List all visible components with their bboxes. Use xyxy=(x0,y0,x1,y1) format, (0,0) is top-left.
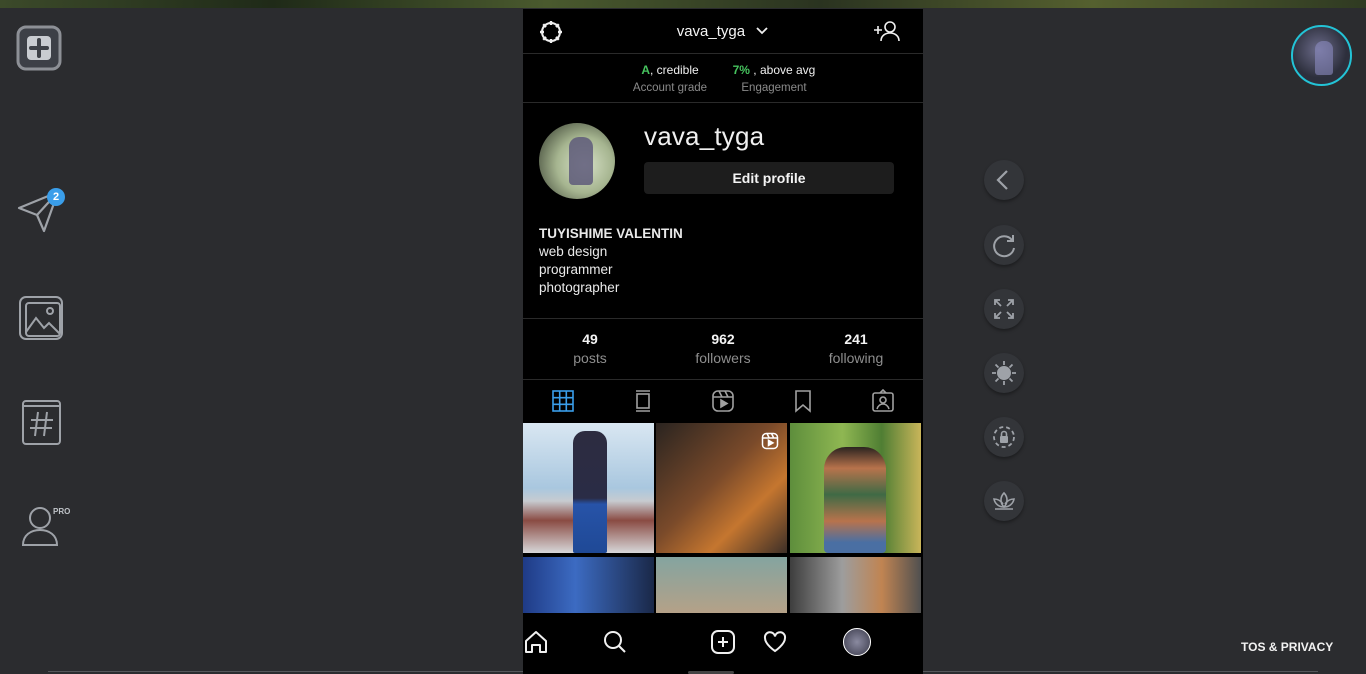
top-banner-strip xyxy=(0,0,1366,8)
reel-indicator-icon xyxy=(761,432,779,450)
header-username: vava_tyga xyxy=(676,23,746,40)
lock-rotation-button[interactable] xyxy=(984,417,1024,457)
expand-icon xyxy=(994,299,1014,319)
profile-nav-avatar[interactable] xyxy=(843,628,871,656)
refresh-button[interactable] xyxy=(984,225,1024,265)
tab-saved-icon[interactable] xyxy=(791,389,815,413)
tab-feed-icon[interactable] xyxy=(631,389,655,413)
profile-avatar[interactable] xyxy=(539,123,615,199)
bio-line: web design xyxy=(539,244,608,259)
fullscreen-button[interactable] xyxy=(984,289,1024,329)
create-post-icon[interactable] xyxy=(710,629,736,655)
grade-bar: A, credible Account grade 7% , above avg… xyxy=(523,54,923,103)
add-user-icon[interactable] xyxy=(874,20,900,42)
following-count[interactable]: 241 following xyxy=(796,331,916,366)
brightness-button[interactable] xyxy=(984,353,1024,393)
refresh-icon xyxy=(993,235,1015,258)
bottom-navigation xyxy=(523,613,923,674)
profile-tabs xyxy=(523,379,923,423)
post-thumbnail[interactable] xyxy=(790,423,921,553)
post-thumbnail[interactable] xyxy=(523,423,654,553)
account-grade: A, credible Account grade xyxy=(632,63,708,94)
chevron-down-icon xyxy=(756,27,768,35)
account-avatar[interactable] xyxy=(1291,25,1352,86)
post-thumbnail[interactable] xyxy=(790,557,921,613)
full-name: TUYISHIME VALENTIN xyxy=(539,226,683,241)
back-button[interactable] xyxy=(984,160,1024,200)
profile-counts: 49 posts 962 followers 241 following xyxy=(523,318,923,380)
profile-header: vava_tyga xyxy=(523,9,923,54)
tab-grid-icon[interactable] xyxy=(551,389,575,413)
bio-line: programmer xyxy=(539,262,613,277)
profile-bio: TUYISHIME VALENTIN web design programmer… xyxy=(539,225,683,297)
lotus-icon xyxy=(993,491,1015,510)
hashtag-book-icon[interactable] xyxy=(19,395,65,447)
tab-tagged-icon[interactable] xyxy=(871,389,895,413)
post-thumbnail[interactable] xyxy=(523,557,654,613)
post-thumbnail[interactable] xyxy=(656,423,787,553)
new-post-icon[interactable] xyxy=(15,24,63,72)
pro-label: PRO xyxy=(53,507,71,516)
tos-privacy-link[interactable]: TOS & PRIVACY xyxy=(1241,640,1333,654)
sun-icon xyxy=(992,361,1016,385)
engagement-grade: 7% , above avg Engagement xyxy=(732,63,816,94)
bio-line: photographer xyxy=(539,280,620,295)
posts-grid xyxy=(523,423,923,613)
edit-profile-button[interactable]: Edit profile xyxy=(644,162,894,194)
zen-mode-button[interactable] xyxy=(984,481,1024,521)
profile-panel: vava_tyga A, credible Account grade 7% ,… xyxy=(523,9,923,674)
heart-icon[interactable] xyxy=(762,629,788,655)
header-username-switcher[interactable]: vava_tyga xyxy=(523,23,923,40)
home-icon[interactable] xyxy=(523,629,549,655)
chevron-left-icon xyxy=(996,170,1008,190)
profile-username: vava_tyga xyxy=(644,121,765,151)
search-icon[interactable] xyxy=(602,629,628,655)
followers-count[interactable]: 962 followers xyxy=(663,331,783,366)
post-thumbnail[interactable] xyxy=(656,557,787,613)
tab-reels-icon[interactable] xyxy=(711,389,735,413)
gallery-icon[interactable] xyxy=(17,294,65,342)
messages-badge: 2 xyxy=(47,188,65,206)
lock-icon xyxy=(993,426,1015,448)
posts-count[interactable]: 49 posts xyxy=(530,331,650,366)
